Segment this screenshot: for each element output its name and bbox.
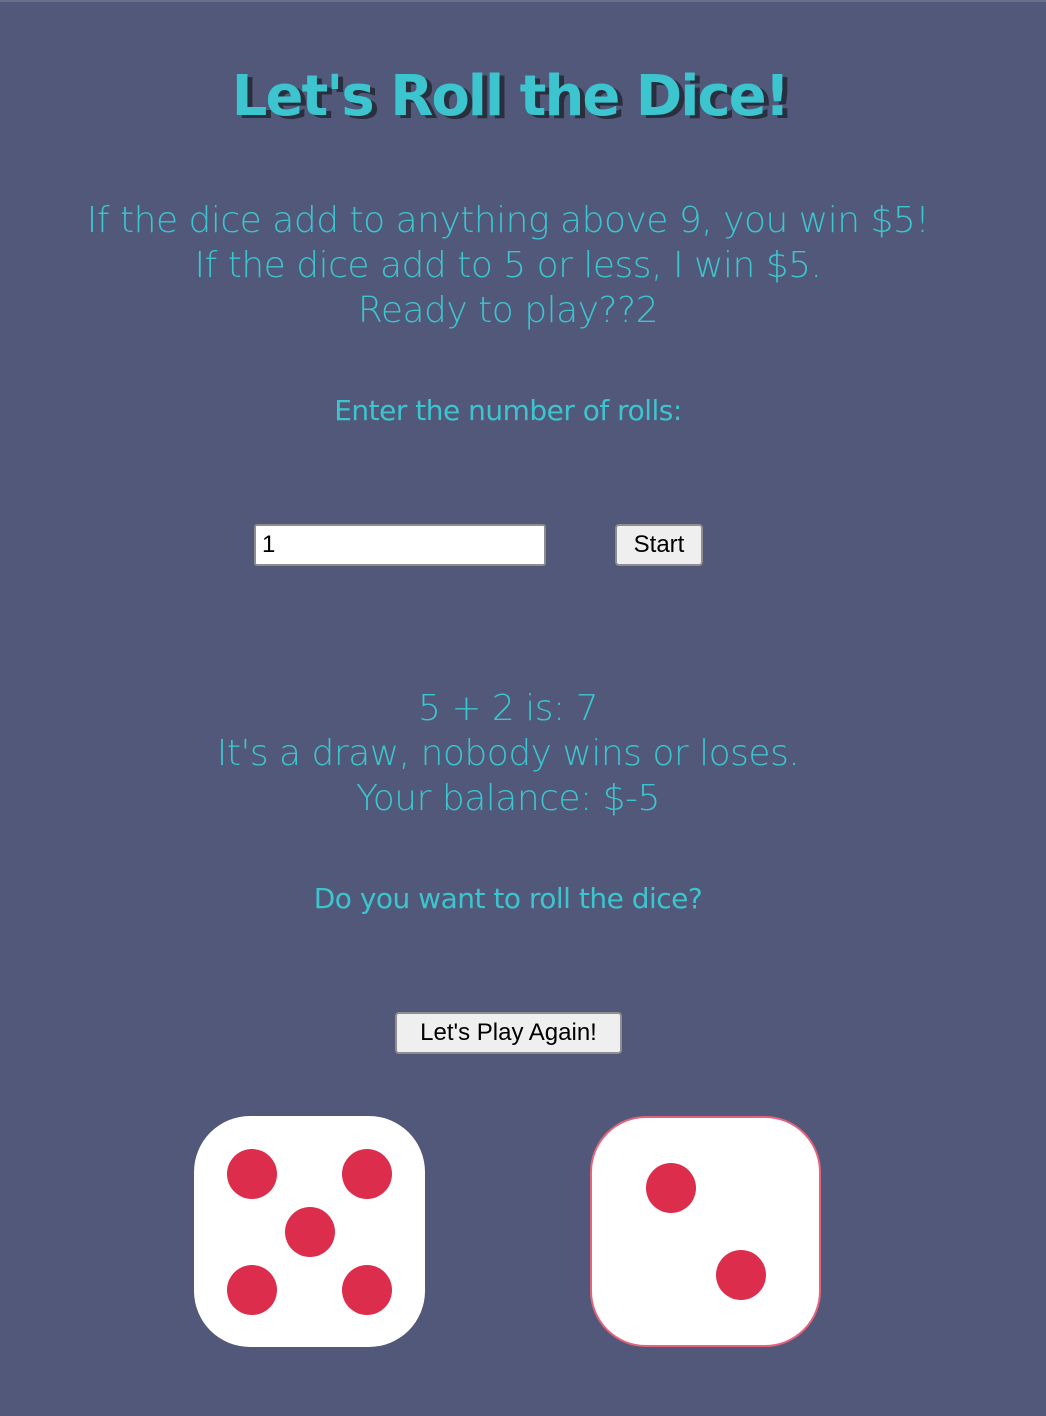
- roll-result: 5 + 2 is: 7 It's a draw, nobody wins or …: [0, 686, 1016, 821]
- die-pip: [646, 1163, 696, 1213]
- play-again-prompt: Do you want to roll the dice?: [313, 882, 703, 915]
- rule-line-win: If the dice add to anything above 9, you…: [86, 200, 930, 241]
- die-pip: [285, 1207, 335, 1257]
- rule-line-ready: Ready to play??2: [357, 290, 659, 331]
- start-button[interactable]: Start: [615, 524, 703, 566]
- rule-line-lose: If the dice add to 5 or less, I win $5.: [194, 245, 822, 286]
- page-title: Let's Roll the Dice!: [231, 64, 790, 129]
- outcome-line: It's a draw, nobody wins or loses.: [216, 733, 800, 774]
- die-pip: [227, 1149, 277, 1199]
- game-rules: If the dice add to anything above 9, you…: [0, 198, 1016, 333]
- rolls-prompt: Enter the number of rolls:: [334, 394, 682, 427]
- die-pip: [342, 1265, 392, 1315]
- die-pip: [716, 1250, 766, 1300]
- die-pip: [342, 1149, 392, 1199]
- balance-line: Your balance: $-5: [356, 778, 660, 819]
- rolls-input[interactable]: [254, 524, 546, 566]
- sum-line: 5 + 2 is: 7: [417, 688, 599, 729]
- play-again-button[interactable]: Let's Play Again!: [395, 1012, 622, 1054]
- die-two: [590, 1116, 821, 1347]
- die-pip: [227, 1265, 277, 1315]
- die-one: [194, 1116, 425, 1347]
